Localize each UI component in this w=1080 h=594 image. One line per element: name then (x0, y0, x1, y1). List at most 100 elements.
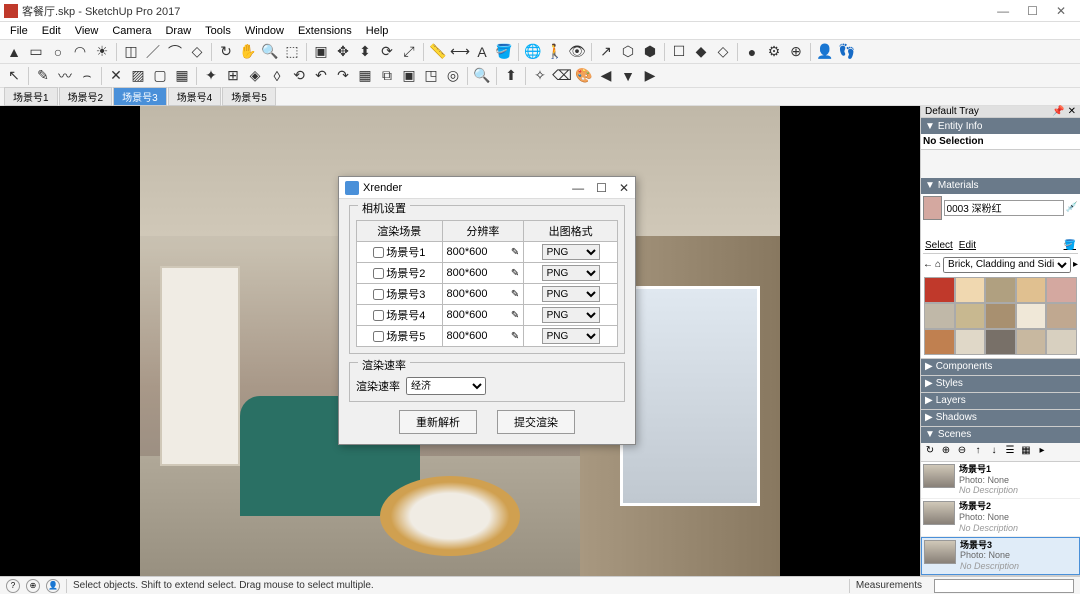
tape-tool[interactable]: 📏 (428, 42, 448, 62)
extrude-tool[interactable]: ⬆ (501, 66, 521, 86)
scene-tab[interactable]: 场景号4 (168, 87, 222, 106)
scene-list-item[interactable]: 场景号2 Photo: None No Description (921, 499, 1080, 536)
walk-tool[interactable]: 🚶 (545, 42, 565, 62)
box4-tool[interactable]: ▣ (399, 66, 419, 86)
menu-file[interactable]: File (4, 25, 34, 37)
move-up-icon[interactable]: ↑ (971, 445, 985, 459)
format-select[interactable]: PNG (542, 244, 600, 260)
entity-info-header[interactable]: ▼ Entity Info (921, 118, 1080, 134)
back-icon[interactable]: ← (923, 259, 933, 270)
edit-icon[interactable]: ✎ (511, 310, 519, 321)
diamond2-tool[interactable]: ◇ (713, 42, 733, 62)
rect-tool[interactable]: ▭ (26, 42, 46, 62)
diamond4-tool[interactable]: ◊ (267, 66, 287, 86)
record-tool[interactable]: ● (742, 42, 762, 62)
select2-tool[interactable]: ↖ (4, 66, 24, 86)
list-icon[interactable]: ☰ (1003, 445, 1017, 459)
diamond-tool[interactable]: ◆ (691, 42, 711, 62)
edit-icon[interactable]: ✎ (511, 331, 519, 342)
box-tool[interactable]: ▣ (311, 42, 331, 62)
zoom-tool[interactable]: 🔍 (260, 42, 280, 62)
format-select[interactable]: PNG (542, 286, 600, 302)
scene-checkbox[interactable] (373, 268, 384, 279)
dialog-titlebar[interactable]: Xrender — ☐ ✕ (339, 177, 635, 199)
current-material-swatch[interactable] (923, 196, 942, 220)
material-swatch[interactable] (955, 329, 986, 355)
scale-tool[interactable]: ⤢ (399, 42, 419, 62)
home-icon[interactable]: ⌂ (935, 259, 941, 270)
explode-tool[interactable]: ✦ (201, 66, 221, 86)
explode2-tool[interactable]: ✧ (530, 66, 550, 86)
sun-tool[interactable]: ☀ (92, 42, 112, 62)
arc2-tool[interactable]: ⌒ (165, 42, 185, 62)
reload-tool[interactable]: ⟲ (289, 66, 309, 86)
pencil-tool[interactable]: ✎ (33, 66, 53, 86)
submit-button[interactable]: 提交渲染 (497, 410, 575, 434)
menu-tools[interactable]: Tools (199, 25, 237, 37)
scene-tab[interactable]: 场景号3 (113, 87, 167, 106)
material-swatch[interactable] (924, 277, 955, 303)
footprint-tool[interactable]: 👣 (837, 42, 857, 62)
clean-tool[interactable]: ⌫ (552, 66, 572, 86)
update-scene-icon[interactable]: ↻ (923, 445, 937, 459)
menu-icon[interactable]: ▸ (1035, 445, 1049, 459)
edit-icon[interactable]: ✎ (511, 268, 519, 279)
paint2-tool[interactable]: 🎨 (574, 66, 594, 86)
reparse-button[interactable]: 重新解析 (399, 410, 477, 434)
cross-tool[interactable]: ✕ (106, 66, 126, 86)
push-tool[interactable]: ⬍ (355, 42, 375, 62)
dialog-maximize-button[interactable]: ☐ (596, 181, 607, 195)
material-swatch[interactable] (1016, 303, 1047, 329)
scene-tab[interactable]: 场景号5 (222, 87, 276, 106)
section-tool[interactable]: ▨ (128, 66, 148, 86)
scene-list-item[interactable]: 场景号3 Photo: None No Description (921, 537, 1080, 575)
material-swatch[interactable] (1046, 277, 1077, 303)
speed-select[interactable]: 经济 (406, 377, 486, 395)
settings-tool[interactable]: ⚙ (764, 42, 784, 62)
scene-checkbox[interactable] (373, 247, 384, 258)
export-tool[interactable]: ↗ (596, 42, 616, 62)
format-select[interactable]: PNG (542, 265, 600, 281)
credit-icon[interactable]: 👤 (46, 579, 60, 593)
tray-pin-icon[interactable]: 📌 ✕ (1052, 106, 1076, 117)
box3-tool[interactable]: ▢ (150, 66, 170, 86)
menu-edit[interactable]: Edit (36, 25, 67, 37)
rotate-tool[interactable]: ⟳ (377, 42, 397, 62)
line-tool[interactable]: ／ (143, 42, 163, 62)
material-swatch[interactable] (924, 329, 955, 355)
nav-tool[interactable]: ⊕ (786, 42, 806, 62)
measurements-input[interactable] (934, 579, 1074, 593)
scenes-header[interactable]: ▼ Scenes (921, 427, 1080, 443)
addon-tool[interactable]: ⬡ (618, 42, 638, 62)
shadows-header[interactable]: ▶ Shadows (921, 410, 1080, 426)
paint-icon[interactable]: 🪣 (1064, 240, 1076, 251)
format-select[interactable]: PNG (542, 328, 600, 344)
material-swatch[interactable] (1016, 277, 1047, 303)
material-swatch[interactable] (955, 277, 986, 303)
menu-extensions[interactable]: Extensions (292, 25, 358, 37)
material-category-select[interactable]: Brick, Cladding and Siding (943, 257, 1071, 273)
dialog-close-button[interactable]: ✕ (619, 181, 629, 195)
align-tool[interactable]: ⊞ (223, 66, 243, 86)
menu-view[interactable]: View (69, 25, 105, 37)
orbit-tool[interactable]: ↻ (216, 42, 236, 62)
material-swatch[interactable] (1016, 329, 1047, 355)
edit-tab[interactable]: Edit (959, 240, 976, 251)
person-tool[interactable]: 👤 (815, 42, 835, 62)
iso-tool[interactable]: ⬚ (282, 42, 302, 62)
cube2-tool[interactable]: ◳ (421, 66, 441, 86)
move-tool[interactable]: ✥ (333, 42, 353, 62)
circle2-tool[interactable]: ◎ (443, 66, 463, 86)
geo-icon[interactable]: ⊕ (26, 579, 40, 593)
material-swatch[interactable] (955, 303, 986, 329)
select-tab[interactable]: Select (925, 240, 953, 251)
material-swatch[interactable] (924, 303, 955, 329)
layers-tool[interactable]: ⧉ (377, 66, 397, 86)
chevron-left-icon[interactable]: ◀ (596, 66, 616, 86)
down-icon[interactable]: ▼ (618, 66, 638, 86)
scene-tab[interactable]: 场景号2 (59, 87, 113, 106)
materials-header[interactable]: ▼ Materials (921, 178, 1080, 194)
dialog-minimize-button[interactable]: — (572, 181, 584, 195)
menu-draw[interactable]: Draw (159, 25, 197, 37)
box2-tool[interactable]: ☐ (669, 42, 689, 62)
